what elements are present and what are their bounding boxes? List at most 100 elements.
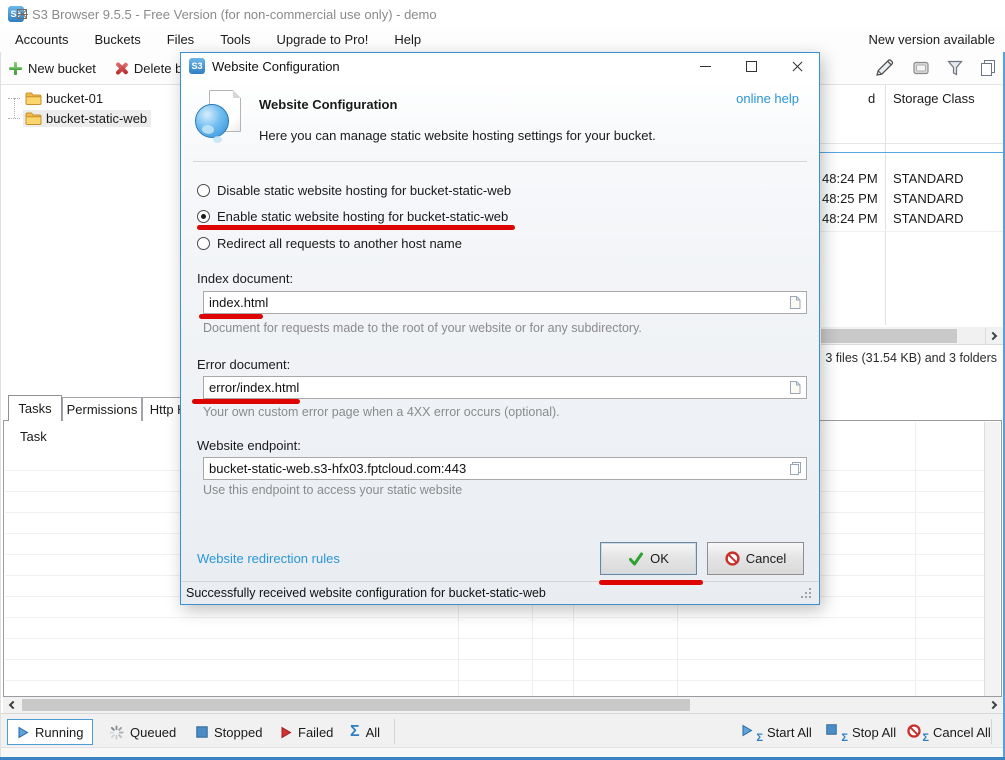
index-document-input[interactable] — [203, 291, 807, 314]
copy-pages-icon[interactable] — [979, 59, 997, 80]
globe-icon — [195, 104, 229, 138]
tab-tasks[interactable]: Tasks — [8, 395, 62, 421]
toolbar-right — [875, 58, 997, 80]
dialog-close-button[interactable] — [779, 53, 815, 80]
copy-endpoint-icon[interactable] — [786, 460, 804, 477]
window-left-border — [0, 52, 1, 757]
menu-tools[interactable]: Tools — [207, 28, 263, 52]
error-document-input[interactable] — [203, 376, 807, 399]
radio-label: Redirect all requests to another host na… — [217, 236, 462, 251]
bottom-strip — [0, 747, 1005, 757]
sigma-icon: Σ — [922, 733, 929, 744]
status-bar-separator — [991, 719, 992, 744]
cancel-button[interactable]: Cancel — [707, 542, 804, 575]
menu-help[interactable]: Help — [381, 28, 434, 52]
bucket-name: bucket-static-web — [46, 111, 147, 126]
scroll-right-button[interactable] — [985, 328, 1002, 344]
new-bucket-button[interactable]: New bucket — [4, 58, 100, 79]
filter-funnel-icon[interactable] — [946, 59, 964, 80]
column-header-storage-class[interactable]: Storage Class — [893, 91, 975, 106]
menu-files[interactable]: Files — [154, 28, 207, 52]
file-row-storage-class: STANDARD — [893, 191, 964, 206]
file-row-storage-class: STANDARD — [893, 171, 964, 186]
close-icon — [16, 8, 28, 20]
filter-all[interactable]: Σ All — [340, 719, 390, 745]
filter-queued[interactable]: Queued — [99, 719, 186, 745]
menu-buckets[interactable]: Buckets — [81, 28, 153, 52]
dialog-maximize-button[interactable] — [733, 53, 769, 80]
globe-land — [202, 125, 214, 134]
radio-enable-hosting[interactable]: Enable static website hosting for bucket… — [197, 208, 508, 225]
stop-all-button[interactable]: Σ Stop All — [816, 719, 906, 745]
column-header-partial[interactable]: d — [868, 91, 875, 106]
online-help-link[interactable]: online help — [736, 91, 799, 106]
tree-item-bucket-static-web[interactable]: bucket-static-web — [8, 108, 151, 128]
task-vertical-scrollbar[interactable] — [984, 422, 1000, 696]
filter-stopped[interactable]: Stopped — [186, 719, 272, 745]
ok-button[interactable]: OK — [600, 542, 697, 575]
tree-branch-dots — [8, 118, 20, 119]
task-column-header[interactable]: Task — [20, 429, 47, 444]
scrollbar-thumb[interactable] — [22, 699, 690, 711]
radio-icon — [197, 237, 210, 250]
dialog-heading: Website Configuration — [259, 97, 397, 112]
window-title: S3 Browser 9.5.5 - Free Version (for non… — [32, 7, 437, 22]
file-row-time: 48:25 PM — [822, 191, 878, 206]
menu-upgrade[interactable]: Upgrade to Pro! — [264, 28, 382, 52]
task-horizontal-scrollbar[interactable] — [3, 697, 1002, 713]
scroll-left-button[interactable] — [3, 697, 20, 713]
dialog-title: Website Configuration — [212, 59, 340, 74]
filter-label: Failed — [298, 725, 333, 740]
action-label: Cancel All — [933, 725, 991, 740]
close-button[interactable] — [0, 0, 44, 28]
s3-app-icon: S3 — [189, 58, 205, 74]
filter-failed[interactable]: Failed — [270, 719, 343, 745]
filter-running[interactable]: Running — [7, 719, 93, 745]
radio-redirect-requests[interactable]: Redirect all requests to another host na… — [197, 235, 462, 252]
new-version-link[interactable]: New version available — [869, 28, 995, 52]
scroll-right-button[interactable] — [985, 697, 1002, 713]
row-divider — [820, 231, 1003, 232]
rename-pencil-icon[interactable] — [875, 58, 897, 80]
annotation-underline-ok — [599, 580, 703, 585]
tab-permissions[interactable]: Permissions — [62, 397, 142, 421]
spinner-icon — [109, 725, 124, 740]
error-document-field — [203, 376, 807, 399]
task-status-bar: Running Queued Stopped Failed Σ All Σ St… — [0, 713, 1005, 747]
ok-label: OK — [650, 551, 669, 566]
menu-accounts[interactable]: Accounts — [2, 28, 81, 52]
scrollbar-thumb[interactable] — [821, 329, 957, 343]
file-row-time: 48:24 PM — [822, 211, 878, 226]
tree-item-content: bucket-01 — [23, 90, 107, 107]
dialog-title-bar[interactable]: S3 Website Configuration — [181, 53, 819, 80]
browse-file-icon[interactable] — [786, 379, 804, 396]
file-list-summary: 3 files (31.54 KB) and 3 folders — [825, 351, 997, 365]
sigma-icon: Σ — [841, 733, 848, 744]
sigma-icon: Σ — [756, 733, 763, 744]
stop-square-icon — [196, 726, 208, 738]
file-row-time: 48:24 PM — [822, 171, 878, 186]
browse-file-icon[interactable] — [786, 294, 804, 311]
select-tool-icon[interactable] — [912, 59, 931, 80]
tree-item-bucket-01[interactable]: bucket-01 — [8, 88, 107, 108]
website-redirection-rules-link[interactable]: Website redirection rules — [197, 551, 340, 566]
delete-x-icon — [114, 61, 129, 76]
website-endpoint-input[interactable] — [203, 457, 807, 480]
stop-all-icon: Σ — [826, 724, 846, 740]
resize-grip[interactable] — [801, 588, 803, 590]
radio-icon — [197, 184, 210, 197]
cancel-all-button[interactable]: Σ Cancel All — [897, 719, 1001, 745]
failed-play-icon — [280, 726, 292, 739]
dialog-minimize-button[interactable] — [687, 53, 723, 80]
bucket-name: bucket-01 — [46, 91, 103, 106]
filter-label: Stopped — [214, 725, 262, 740]
selected-row-edge — [820, 152, 1003, 153]
annotation-underline-error — [192, 399, 300, 404]
file-list-horizontal-scrollbar[interactable] — [821, 327, 1003, 345]
header-separator — [193, 161, 807, 162]
no-entry-icon — [725, 551, 740, 566]
error-document-label: Error document: — [197, 357, 290, 372]
radio-disable-hosting[interactable]: Disable static website hosting for bucke… — [197, 182, 511, 199]
start-all-button[interactable]: Σ Start All — [731, 719, 822, 745]
website-globe-icon — [195, 90, 243, 144]
